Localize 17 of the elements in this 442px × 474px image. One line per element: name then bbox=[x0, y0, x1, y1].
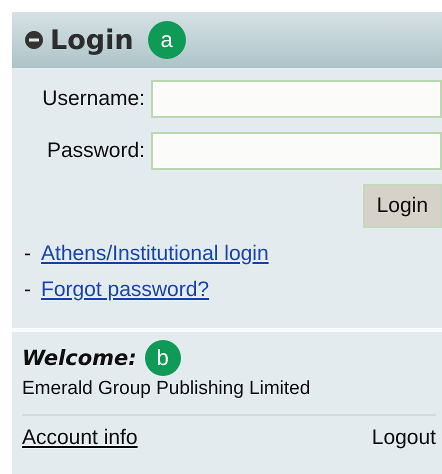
bullet-dash: - bbox=[24, 278, 31, 302]
logout-link[interactable]: Logout bbox=[372, 426, 436, 450]
callout-marker: b bbox=[144, 340, 181, 376]
account-info-link[interactable]: Account info bbox=[22, 426, 138, 450]
login-link[interactable]: Athens/Institutional login bbox=[41, 242, 269, 266]
field-label: Username: bbox=[41, 87, 145, 111]
field-label: Password: bbox=[46, 139, 145, 163]
bullet-dash: - bbox=[24, 242, 31, 266]
organization-name: Emerald Group Publishing Limited bbox=[22, 376, 436, 416]
login-link[interactable]: Forgot password? bbox=[41, 278, 210, 302]
collapse-icon[interactable] bbox=[24, 30, 44, 50]
callout-marker: a bbox=[148, 21, 186, 59]
input-field[interactable] bbox=[151, 132, 442, 170]
login-button[interactable]: Login bbox=[362, 184, 442, 228]
input-field[interactable] bbox=[151, 80, 442, 118]
panel-title: Login bbox=[50, 24, 134, 56]
welcome-heading: Welcome: bbox=[22, 346, 137, 370]
